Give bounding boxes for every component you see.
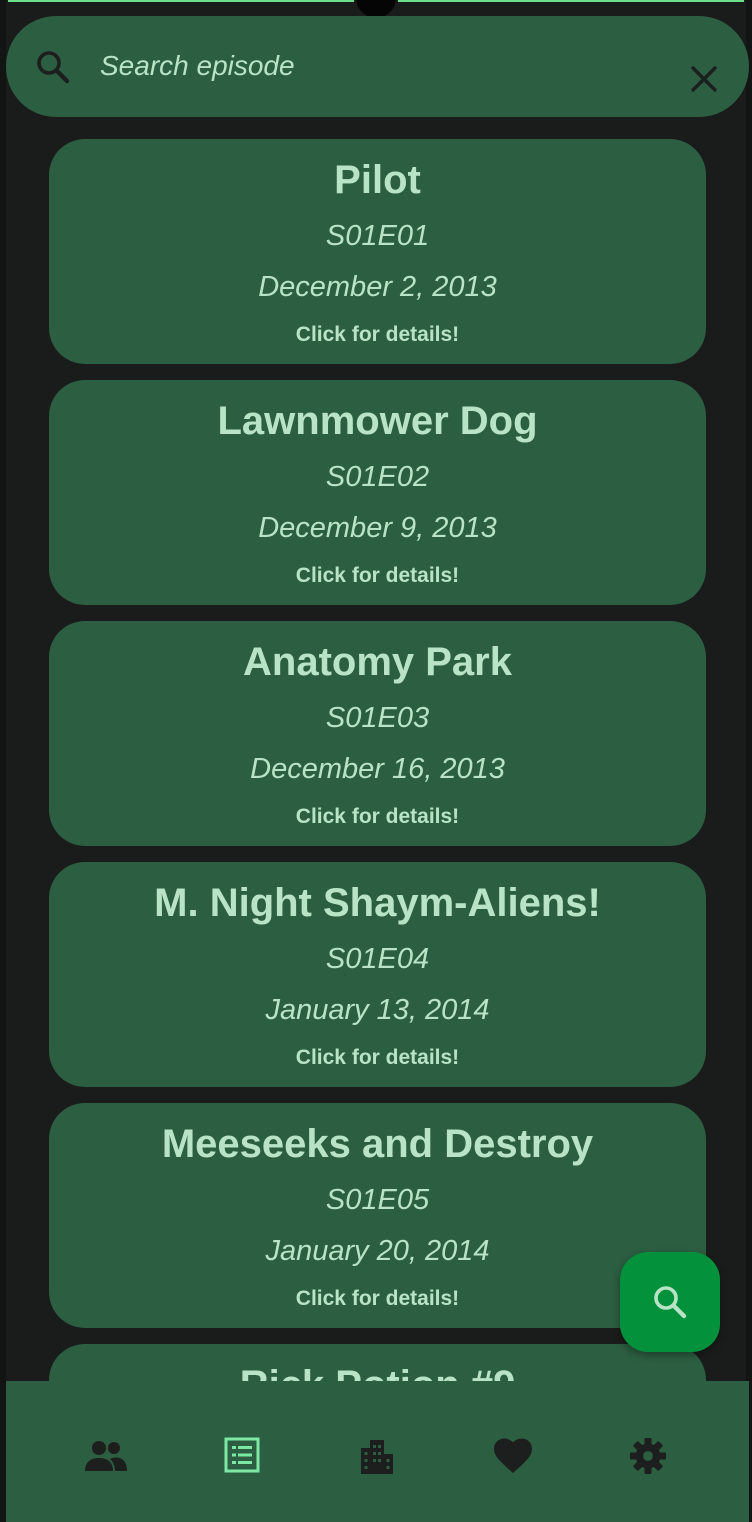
episode-title: Rick Potion #9 bbox=[49, 1360, 706, 1381]
episode-title: Anatomy Park bbox=[243, 640, 512, 684]
screen-edge-left bbox=[0, 0, 6, 1522]
episode-title: Pilot bbox=[334, 158, 421, 202]
nav-item-favorites[interactable] bbox=[493, 1437, 541, 1477]
episode-code: S01E04 bbox=[325, 943, 430, 975]
episode-details-link[interactable]: Click for details! bbox=[49, 322, 706, 348]
episode-code: S01E01 bbox=[325, 220, 430, 252]
episode-code: S01E03 bbox=[325, 702, 430, 734]
nav-item-characters[interactable] bbox=[84, 1437, 132, 1477]
episode-title: M. Night Shaym-Aliens! bbox=[154, 881, 601, 925]
episode-air-date: January 13, 2014 bbox=[265, 994, 490, 1026]
bottom-navigation bbox=[6, 1381, 749, 1522]
episode-card[interactable]: Lawnmower Dog S01E02 December 9, 2013 Cl… bbox=[49, 380, 706, 605]
list-icon bbox=[224, 1437, 260, 1473]
status-line-left bbox=[8, 0, 354, 2]
episodes-screen: Pilot S01E01 December 2, 2013 Click for … bbox=[0, 0, 752, 1522]
episode-air-date: December 16, 2013 bbox=[250, 753, 505, 785]
episode-air-date: January 20, 2014 bbox=[265, 1235, 490, 1267]
episode-details-link[interactable]: Click for details! bbox=[49, 1045, 706, 1071]
nav-item-episodes[interactable] bbox=[224, 1437, 272, 1477]
episode-title: Meeseeks and Destroy bbox=[161, 1122, 594, 1166]
episode-code: S01E02 bbox=[325, 461, 430, 493]
episode-details-link[interactable]: Click for details! bbox=[49, 563, 706, 589]
episode-card[interactable]: Pilot S01E01 December 2, 2013 Click for … bbox=[49, 139, 706, 364]
search-input[interactable] bbox=[100, 44, 660, 88]
close-icon[interactable] bbox=[689, 64, 719, 94]
episode-air-date: December 9, 2013 bbox=[258, 512, 497, 544]
episode-details-link[interactable]: Click for details! bbox=[49, 804, 706, 830]
gear-icon bbox=[630, 1438, 666, 1474]
search-icon bbox=[654, 1286, 687, 1319]
status-line-right bbox=[398, 0, 744, 2]
episode-card[interactable]: Rick Potion #9 bbox=[49, 1344, 706, 1381]
heart-icon bbox=[494, 1438, 532, 1473]
nav-item-settings[interactable] bbox=[629, 1437, 677, 1477]
episode-card[interactable]: Meeseeks and Destroy S01E05 January 20, … bbox=[49, 1103, 706, 1328]
episode-title: Lawnmower Dog bbox=[217, 399, 538, 443]
city-icon bbox=[361, 1440, 393, 1474]
episode-card[interactable]: Anatomy Park S01E03 December 16, 2013 Cl… bbox=[49, 621, 706, 846]
search-fab-button[interactable] bbox=[620, 1252, 720, 1352]
screen-edge-right bbox=[746, 0, 752, 1522]
nav-item-locations[interactable] bbox=[358, 1437, 406, 1477]
search-icon bbox=[36, 50, 70, 84]
search-bar[interactable] bbox=[6, 16, 749, 117]
episode-card[interactable]: M. Night Shaym-Aliens! S01E04 January 13… bbox=[49, 862, 706, 1087]
episode-details-link[interactable]: Click for details! bbox=[49, 1286, 706, 1312]
episode-code: S01E05 bbox=[325, 1184, 430, 1216]
people-icon bbox=[85, 1441, 127, 1471]
episode-list[interactable]: Pilot S01E01 December 2, 2013 Click for … bbox=[49, 139, 706, 1381]
episode-air-date: December 2, 2013 bbox=[258, 271, 497, 303]
